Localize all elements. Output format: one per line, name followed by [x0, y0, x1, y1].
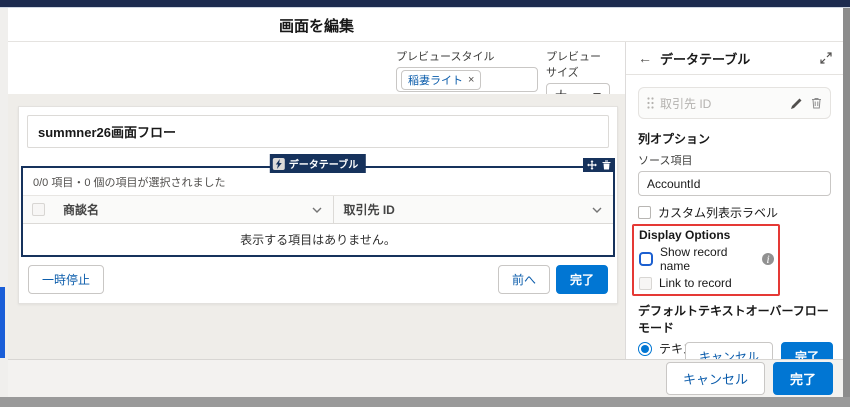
annotation-highlight: Display Options Show record name i Link … — [632, 224, 780, 296]
page-title: 画面を編集 — [8, 8, 625, 42]
remove-pill-icon[interactable]: × — [468, 74, 474, 86]
column-options-heading: 列オプション — [638, 130, 831, 147]
datatable-component-icon — [273, 158, 285, 170]
show-record-name-checkbox[interactable] — [639, 252, 653, 266]
move-icon[interactable] — [587, 160, 597, 170]
info-icon[interactable]: i — [762, 253, 774, 265]
column-header-account-id[interactable]: 取引先 ID — [334, 196, 614, 223]
source-field-input[interactable] — [638, 171, 831, 196]
preview-toolbar: プレビュースタイル 稲妻ライト × プレビューサイズ 大 — [8, 42, 625, 94]
panel-done-button[interactable]: 完了 — [781, 342, 833, 359]
chevron-down-icon[interactable] — [591, 206, 603, 214]
pause-button[interactable]: 一時停止 — [28, 265, 104, 294]
display-options-heading: Display Options — [639, 228, 774, 242]
custom-label-text: カスタム列表示ラベル — [658, 204, 778, 221]
previous-button[interactable]: 前へ — [498, 265, 550, 294]
show-record-name-text: Show record name — [660, 245, 755, 273]
link-to-record-text: Link to record — [659, 276, 732, 290]
component-label: データテーブル — [289, 156, 358, 171]
preview-style-pill[interactable]: 稲妻ライト × — [401, 70, 481, 90]
page-bottom-bar — [0, 397, 850, 407]
back-arrow-icon[interactable]: ← — [638, 50, 652, 66]
column-header-opportunity[interactable]: 商談名 — [53, 196, 334, 223]
panel-clipped-buttons: キャンセル 完了 — [685, 342, 833, 359]
preview-style-pill-label: 稲妻ライト — [408, 72, 463, 88]
panel-content: 取引先 ID 列オプション ソース項目 カスタム列表示ラベル Display O… — [626, 75, 843, 359]
overflow-mode-heading: デフォルトテキストオーバーフローモード — [638, 302, 831, 336]
edit-screen-modal: 画面を編集 プレビュースタイル 稲妻ライト × プレビューサイズ — [8, 8, 843, 397]
component-label-tab: データテーブル — [270, 154, 366, 173]
source-field-label: ソース項目 — [638, 152, 831, 168]
panel-cancel-button[interactable]: キャンセル — [685, 342, 773, 359]
expand-panel-icon[interactable] — [819, 51, 833, 65]
preview-style-input[interactable]: 稲妻ライト × — [396, 67, 538, 92]
table-header-row: 商談名 取引先 ID — [23, 196, 613, 224]
backdrop-right-strip — [843, 8, 850, 397]
link-to-record-row[interactable]: Link to record — [639, 276, 774, 290]
custom-label-checkbox[interactable] — [638, 206, 651, 219]
done-button[interactable]: 完了 — [773, 362, 833, 395]
preview-footer: 一時停止 前へ 完了 — [19, 257, 617, 305]
panel-header: ← データテーブル — [626, 42, 843, 75]
column-card-account-id[interactable]: 取引先 ID — [638, 87, 831, 119]
chevron-down-icon[interactable] — [311, 206, 323, 214]
flow-title: summner26画面フロー — [27, 115, 609, 148]
modal-footer: キャンセル 完了 — [8, 359, 843, 397]
delete-icon[interactable] — [602, 160, 611, 170]
link-to-record-checkbox[interactable] — [639, 277, 652, 290]
show-record-name-row[interactable]: Show record name i — [639, 245, 774, 273]
select-all-checkbox[interactable] — [32, 203, 45, 216]
column-card-label: 取引先 ID — [660, 95, 711, 112]
datatable-component[interactable]: データテーブル 0/0 項目・0 個の項目が選択されました — [21, 166, 615, 257]
custom-label-row[interactable]: カスタム列表示ラベル — [638, 204, 831, 221]
screen-editor-main: プレビュースタイル 稲妻ライト × プレビューサイズ 大 — [8, 42, 625, 359]
edit-pencil-icon[interactable] — [790, 97, 803, 110]
preview-size-label: プレビューサイズ — [546, 48, 610, 80]
properties-panel: ← データテーブル 取引先 ID 列オプション ソース項目 — [626, 42, 843, 359]
delete-trash-icon[interactable] — [811, 97, 822, 109]
drag-handle-icon[interactable] — [647, 97, 654, 109]
finish-button[interactable]: 完了 — [556, 265, 608, 294]
wrap-text-radio[interactable] — [638, 342, 652, 356]
component-actions — [583, 158, 615, 172]
screen-preview-card: summner26画面フロー データテーブル 0/0 項目・0 — [18, 106, 618, 304]
table-empty-message: 表示する項目はありません。 — [23, 224, 613, 255]
preview-style-label: プレビュースタイル — [396, 48, 538, 64]
panel-title: データテーブル — [660, 49, 750, 68]
browser-top-bar — [0, 0, 850, 8]
screen-canvas[interactable]: summner26画面フロー データテーブル 0/0 項目・0 — [8, 94, 625, 359]
modal-header: 画面を編集 — [8, 8, 843, 42]
background-blue-element — [0, 287, 5, 358]
cancel-button[interactable]: キャンセル — [666, 362, 765, 395]
